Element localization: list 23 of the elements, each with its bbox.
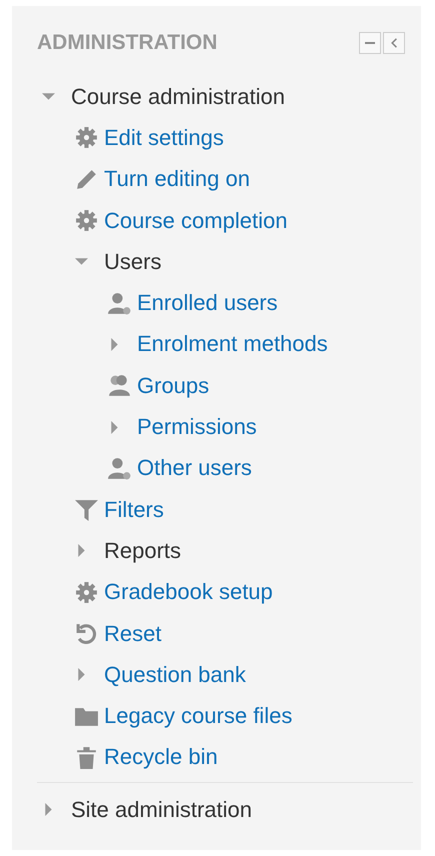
nav-link[interactable]: Enrolment methods bbox=[137, 331, 328, 358]
nav-link[interactable]: Groups bbox=[137, 372, 210, 399]
chevron-left-icon bbox=[391, 38, 397, 48]
nav-link[interactable]: Recycle bin bbox=[104, 744, 218, 770]
nav-link[interactable]: Other users bbox=[137, 455, 252, 482]
nav-link[interactable]: Legacy course files bbox=[104, 703, 292, 730]
nav-link[interactable]: Enrolled users bbox=[137, 290, 278, 316]
block-title: ADMINISTRATION bbox=[37, 31, 218, 55]
nav-link[interactable]: Filters bbox=[104, 496, 164, 523]
minus-icon bbox=[365, 42, 375, 44]
move-button[interactable] bbox=[383, 32, 405, 54]
nav-link[interactable]: Question bank bbox=[104, 662, 246, 688]
nav-link[interactable]: Turn editing on bbox=[104, 166, 250, 192]
nav-link[interactable]: Course completion bbox=[104, 208, 288, 234]
nav-branch[interactable]: Reports bbox=[104, 538, 182, 564]
nav-branch[interactable]: Site administration bbox=[71, 796, 252, 823]
nav-link[interactable]: Edit settings bbox=[104, 124, 224, 151]
nav-link[interactable]: Reset bbox=[104, 620, 162, 646]
nav-branch[interactable]: Users bbox=[104, 248, 162, 275]
nav-link[interactable]: Gradebook setup bbox=[104, 579, 273, 606]
nav-branch[interactable]: Course administration bbox=[71, 84, 285, 110]
dock-button[interactable] bbox=[359, 32, 381, 54]
nav-link[interactable]: Permissions bbox=[137, 414, 257, 440]
